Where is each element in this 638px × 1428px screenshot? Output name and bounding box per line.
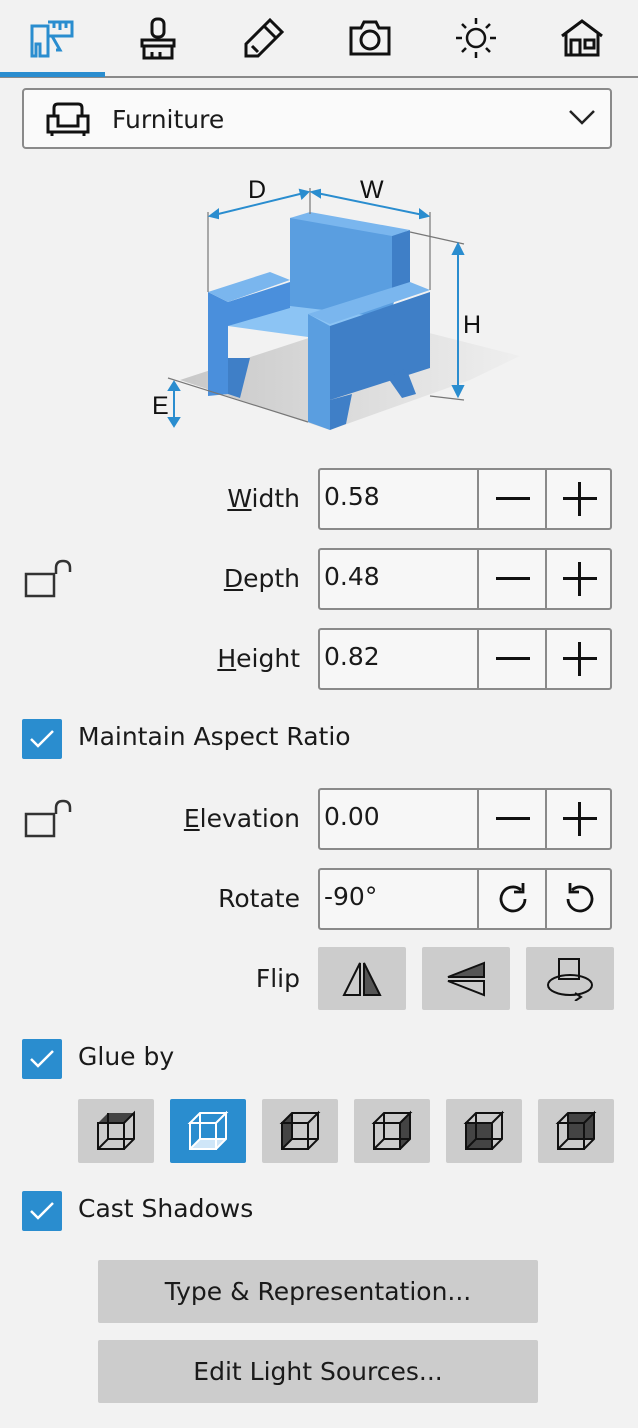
rotate-label: Rotate bbox=[218, 884, 300, 913]
maintain-aspect-checkbox[interactable] bbox=[22, 719, 62, 759]
height-increment-button[interactable] bbox=[545, 630, 612, 688]
rotate-clockwise-icon bbox=[499, 883, 527, 913]
width-input[interactable]: 0.58 bbox=[324, 482, 380, 511]
depth-label: Depth bbox=[223, 564, 300, 593]
depth-decrement-button[interactable] bbox=[477, 550, 547, 608]
height-decrement-button[interactable] bbox=[477, 630, 547, 688]
plus-icon bbox=[562, 482, 597, 516]
category-dropdown[interactable]: Furniture bbox=[22, 88, 612, 149]
elevation-marker-label: E bbox=[152, 392, 169, 420]
width-marker-label: W bbox=[360, 176, 384, 204]
elevation-decrement-button[interactable] bbox=[477, 790, 547, 848]
cube-right-face-icon bbox=[371, 1110, 413, 1150]
elevation-lock-icon[interactable] bbox=[24, 798, 72, 838]
glue-left-button[interactable] bbox=[262, 1099, 338, 1163]
cube-top-face-icon bbox=[97, 1110, 135, 1150]
cube-back-face-icon bbox=[555, 1110, 597, 1150]
elevation-increment-button[interactable] bbox=[545, 790, 612, 848]
house-icon bbox=[561, 19, 603, 57]
minus-icon bbox=[496, 817, 530, 820]
elevation-input[interactable]: 0.00 bbox=[324, 802, 380, 831]
height-label: Height bbox=[217, 644, 300, 673]
camera-icon bbox=[349, 20, 391, 56]
flip-3d-button[interactable] bbox=[526, 947, 614, 1010]
cast-shadows-checkbox[interactable] bbox=[22, 1191, 62, 1231]
depth-field: 0.48 bbox=[318, 548, 612, 610]
rotate-counterclockwise-button[interactable] bbox=[545, 870, 612, 928]
tab-dimensions[interactable] bbox=[0, 0, 104, 76]
cube-front-face-icon bbox=[463, 1110, 505, 1150]
cube-bottom-face-icon bbox=[187, 1110, 229, 1150]
cube-left-face-icon bbox=[279, 1110, 321, 1150]
width-field: 0.58 bbox=[318, 468, 612, 530]
glue-bottom-button[interactable] bbox=[170, 1099, 246, 1163]
brush-icon bbox=[140, 17, 176, 60]
minus-icon bbox=[496, 577, 530, 580]
height-field: 0.82 bbox=[318, 628, 612, 690]
type-representation-button[interactable]: Type & Representation... bbox=[98, 1260, 538, 1323]
tab-selected-indicator bbox=[0, 72, 105, 77]
tab-building[interactable] bbox=[530, 0, 634, 76]
edit-light-sources-button[interactable]: Edit Light Sources... bbox=[98, 1340, 538, 1403]
tab-edit[interactable] bbox=[212, 0, 316, 76]
furniture-dimension-diagram: D W H E bbox=[152, 176, 520, 430]
glue-by-label: Glue by bbox=[78, 1042, 175, 1071]
height-marker-label: H bbox=[463, 311, 481, 339]
chevron-down-icon bbox=[569, 110, 595, 125]
width-decrement-button[interactable] bbox=[477, 470, 547, 528]
glue-right-button[interactable] bbox=[354, 1099, 430, 1163]
plus-icon bbox=[562, 562, 597, 596]
maintain-aspect-label: Maintain Aspect Ratio bbox=[78, 722, 351, 751]
tab-bar bbox=[0, 0, 638, 78]
depth-marker-label: D bbox=[248, 176, 266, 204]
glue-by-checkbox[interactable] bbox=[22, 1039, 62, 1079]
category-label: Furniture bbox=[112, 105, 225, 134]
glue-front-button[interactable] bbox=[446, 1099, 522, 1163]
minus-icon bbox=[496, 497, 530, 500]
plus-icon bbox=[562, 642, 597, 676]
checkmark-icon bbox=[30, 1202, 54, 1220]
rotate-counterclockwise-icon bbox=[566, 883, 593, 913]
cast-shadows-label: Cast Shadows bbox=[78, 1194, 254, 1223]
depth-input[interactable]: 0.48 bbox=[324, 562, 380, 591]
rotate-clockwise-button[interactable] bbox=[477, 870, 547, 928]
plus-icon bbox=[562, 802, 597, 836]
sun-icon bbox=[456, 18, 496, 58]
minus-icon bbox=[496, 657, 530, 660]
tab-materials[interactable] bbox=[106, 0, 210, 76]
tab-camera[interactable] bbox=[318, 0, 422, 76]
tab-lighting[interactable] bbox=[424, 0, 528, 76]
elevation-label: Elevation bbox=[183, 804, 300, 833]
flip-horizontal-icon bbox=[342, 962, 382, 996]
checkmark-icon bbox=[30, 730, 54, 748]
dimensions-lock-icon[interactable] bbox=[24, 558, 72, 598]
height-input[interactable]: 0.82 bbox=[324, 642, 380, 671]
glue-top-button[interactable] bbox=[78, 1099, 154, 1163]
rotate-field: -90° bbox=[318, 868, 612, 930]
depth-increment-button[interactable] bbox=[545, 550, 612, 608]
pencil-icon bbox=[244, 17, 285, 58]
glue-back-button[interactable] bbox=[538, 1099, 614, 1163]
flip-vertical-icon bbox=[447, 961, 485, 996]
flip-3d-icon bbox=[547, 957, 593, 1001]
armchair-icon bbox=[46, 102, 90, 136]
flip-horizontal-button[interactable] bbox=[318, 947, 406, 1010]
checkmark-icon bbox=[30, 1050, 54, 1068]
width-label: Width bbox=[227, 484, 300, 513]
elevation-field: 0.00 bbox=[318, 788, 612, 850]
flip-vertical-button[interactable] bbox=[422, 947, 510, 1010]
flip-label: Flip bbox=[255, 964, 300, 993]
rotate-input[interactable]: -90° bbox=[324, 882, 377, 911]
width-increment-button[interactable] bbox=[545, 470, 612, 528]
dimensions-icon bbox=[30, 20, 74, 58]
